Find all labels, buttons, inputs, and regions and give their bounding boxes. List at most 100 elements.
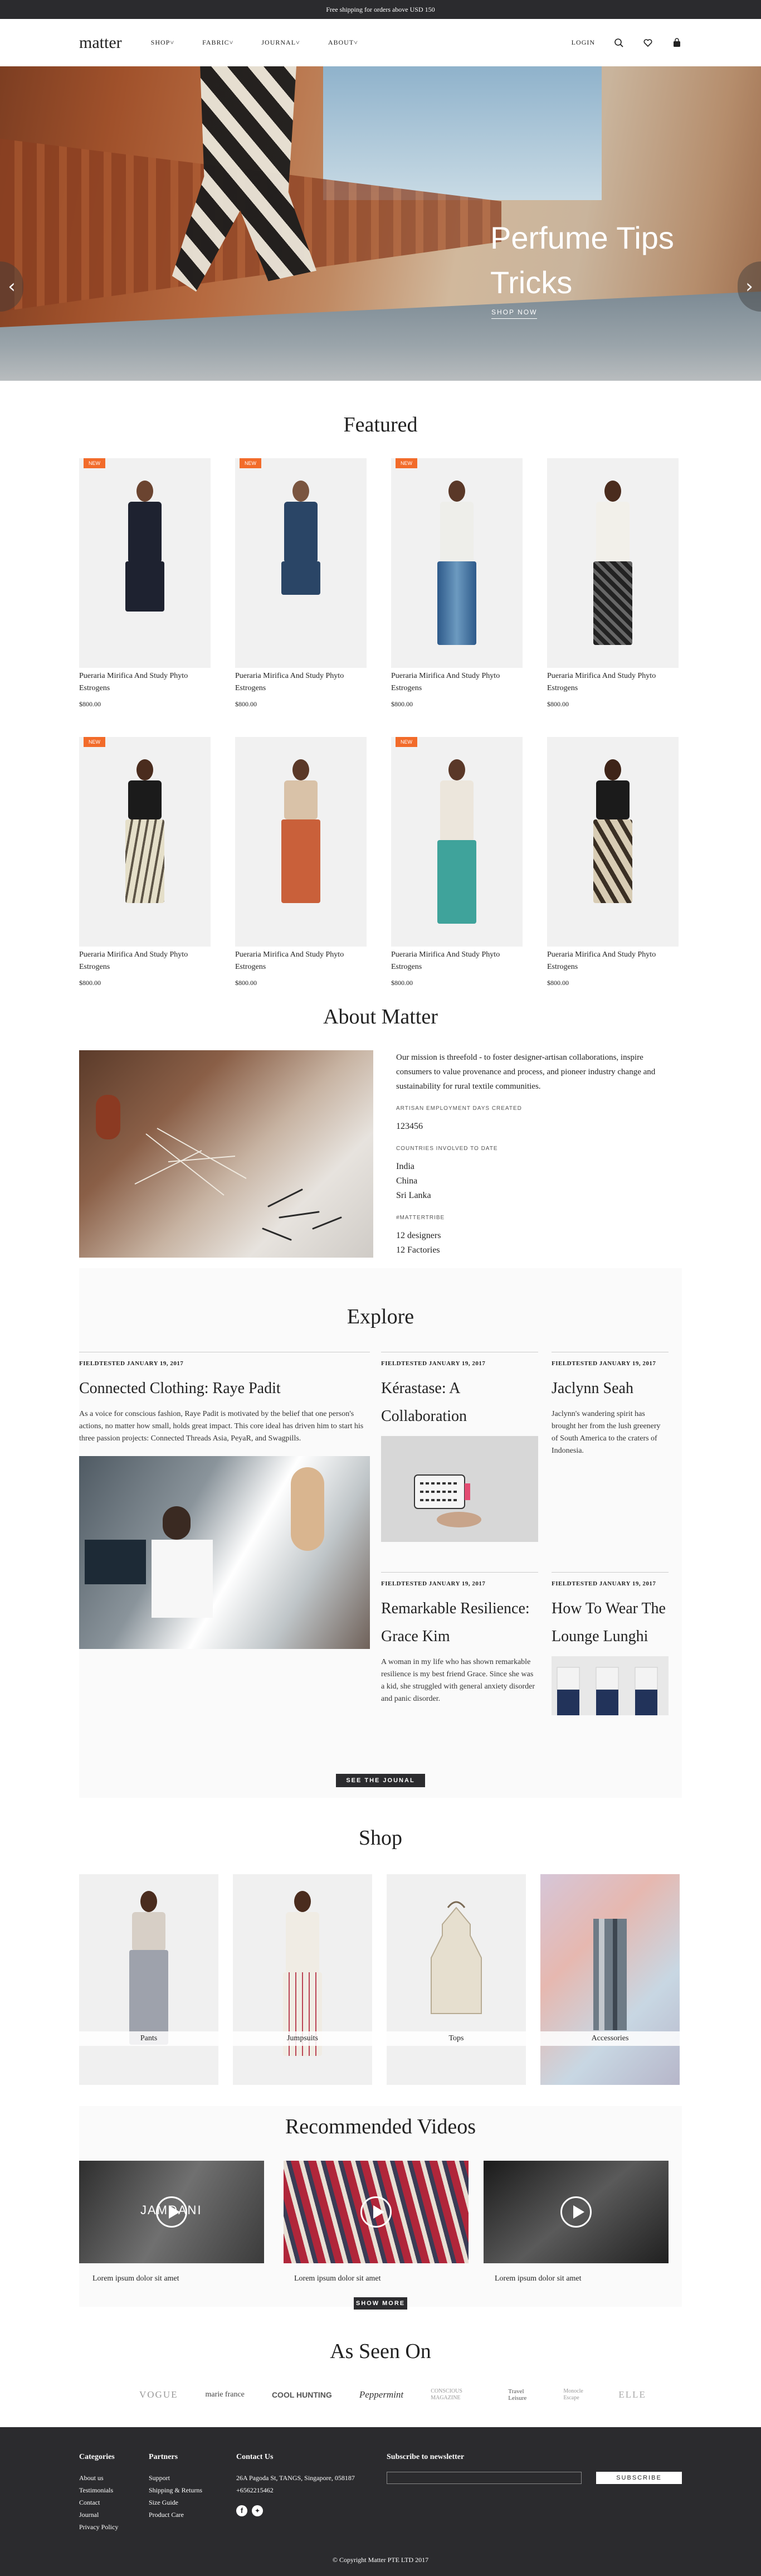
- featured-row-2: NEW Pueraria Mirifica And Study Phyto Es…: [79, 737, 682, 987]
- product-image[interactable]: NEW: [391, 737, 523, 947]
- journal-post[interactable]: FIELDTESTED JANUARY 19, 2017 Kérastase: …: [381, 1352, 538, 1542]
- explore-section: Explore FIELDTESTED JANUARY 19, 2017 Con…: [79, 1268, 682, 1798]
- about-label-countries: COUNTRIES INVOLVED TO DATE: [396, 1146, 498, 1152]
- about-mission: Our mission is threefold - to foster des…: [396, 1053, 656, 1091]
- product-card[interactable]: NEW Pueraria Mirifica And Study Phyto Es…: [235, 458, 367, 709]
- product-name[interactable]: Pueraria Mirifica And Study Phyto Estrog…: [235, 949, 367, 973]
- show-more-button[interactable]: SHOW MORE: [354, 2297, 407, 2310]
- new-badge: NEW: [240, 458, 261, 468]
- video-thumbnail[interactable]: [484, 2161, 669, 2263]
- shop-category-label[interactable]: Jumpsuits: [233, 2031, 372, 2046]
- product-card[interactable]: NEW Pueraria Mirifica And Study Phyto Es…: [79, 458, 211, 709]
- facebook-icon[interactable]: f: [236, 2505, 247, 2516]
- about-title: About Matter: [323, 1005, 438, 1029]
- footer-link[interactable]: Journal: [79, 2509, 118, 2521]
- journal-post[interactable]: FIELDTESTED JANUARY 19, 2017 Jaclynn Sea…: [552, 1352, 669, 1457]
- post-title[interactable]: Jaclynn Seah: [552, 1375, 669, 1403]
- product-name[interactable]: Pueraria Mirifica And Study Phyto Estrog…: [547, 670, 679, 695]
- twitter-icon[interactable]: ✦: [252, 2505, 263, 2516]
- product-image[interactable]: NEW: [235, 458, 367, 668]
- shop-category-jumpsuits[interactable]: Jumpsuits: [233, 1874, 372, 2085]
- about-label-employment: ARTISAN EMPLOYMENT DAYS CREATED: [396, 1105, 522, 1112]
- post-title[interactable]: Remarkable Resilience: Grace Kim: [381, 1595, 538, 1651]
- footer-link[interactable]: Privacy Policy: [79, 2521, 118, 2533]
- footer-link[interactable]: Product Care: [149, 2509, 202, 2521]
- product-name[interactable]: Pueraria Mirifica And Study Phyto Estrog…: [235, 670, 367, 695]
- hero-shop-now-link[interactable]: SHOP NOW: [491, 308, 538, 319]
- press-logo: Travel Leisure: [508, 2388, 527, 2402]
- post-image[interactable]: [381, 1436, 538, 1542]
- product-card[interactable]: Pueraria Mirifica And Study Phyto Estrog…: [235, 737, 367, 987]
- post-excerpt: As a voice for conscious fashion, Raye P…: [79, 1410, 364, 1443]
- new-badge: NEW: [84, 458, 105, 468]
- product-image[interactable]: [547, 737, 679, 947]
- product-name[interactable]: Pueraria Mirifica And Study Phyto Estrog…: [547, 949, 679, 973]
- product-name[interactable]: Pueraria Mirifica And Study Phyto Estrog…: [79, 949, 211, 973]
- product-image[interactable]: NEW: [79, 737, 211, 947]
- newsletter-email-input[interactable]: [387, 2472, 582, 2484]
- product-price: $800.00: [79, 700, 101, 708]
- contact-phone: +6562215462: [236, 2486, 274, 2494]
- footer-link[interactable]: About us: [79, 2472, 118, 2484]
- about-label-tribe: #MATTERTRIBE: [396, 1215, 445, 1221]
- about-text: Our mission is threefold - to foster des…: [396, 1050, 680, 1258]
- product-card[interactable]: NEW Pueraria Mirifica And Study Phyto Es…: [79, 737, 211, 987]
- nav-journal[interactable]: JOURNAL˅: [261, 38, 300, 47]
- post-date: FIELDTESTED JANUARY 19, 2017: [79, 1360, 184, 1367]
- shop-category-tops[interactable]: Tops: [387, 1874, 526, 2085]
- subscribe-button[interactable]: SUBSCRIBE: [596, 2472, 682, 2484]
- footer-link[interactable]: Support: [149, 2472, 202, 2484]
- play-icon[interactable]: [156, 2196, 187, 2228]
- main-nav: SHOP˅ FABRIC˅ JOURNAL˅ ABOUT˅: [151, 38, 386, 47]
- product-name[interactable]: Pueraria Mirifica And Study Phyto Estrog…: [391, 949, 523, 973]
- product-image[interactable]: [547, 458, 679, 668]
- footer-link[interactable]: Testimonials: [79, 2484, 118, 2496]
- bag-icon[interactable]: [672, 37, 682, 48]
- product-image[interactable]: NEW: [79, 458, 211, 668]
- heart-icon[interactable]: [643, 38, 653, 48]
- shop-category-accessories[interactable]: Accessories: [540, 1874, 680, 2085]
- post-date: FIELDTESTED JANUARY 19, 2017: [381, 1360, 486, 1367]
- nav-about[interactable]: ABOUT˅: [328, 38, 358, 47]
- press-logo: ELLE: [618, 2389, 646, 2400]
- post-title[interactable]: Connected Clothing: Raye Padit: [79, 1375, 370, 1403]
- play-icon[interactable]: [560, 2196, 592, 2228]
- about-employment-value: 123456: [396, 1122, 423, 1131]
- video-thumbnail[interactable]: JAMDANI: [79, 2161, 264, 2263]
- product-image[interactable]: NEW: [391, 458, 523, 668]
- shop-category-label[interactable]: Pants: [79, 2031, 218, 2046]
- video-thumbnail[interactable]: [284, 2161, 469, 2263]
- footer-link[interactable]: Contact: [79, 2496, 118, 2509]
- post-title[interactable]: How To Wear The Lounge Lunghi: [552, 1595, 669, 1651]
- shop-category-label[interactable]: Accessories: [540, 2031, 680, 2046]
- footer-link[interactable]: Size Guide: [149, 2496, 202, 2509]
- footer-link[interactable]: Shipping & Returns: [149, 2484, 202, 2496]
- product-image[interactable]: [235, 737, 367, 947]
- product-name[interactable]: Pueraria Mirifica And Study Phyto Estrog…: [391, 670, 523, 695]
- nav-shop[interactable]: SHOP˅: [151, 38, 174, 47]
- press-logos: VOGUE marie france COOL HUNTING Peppermi…: [139, 2388, 646, 2402]
- post-excerpt: A woman in my life who has shown remarka…: [381, 1658, 535, 1703]
- shop-category-label[interactable]: Tops: [387, 2031, 526, 2046]
- post-image[interactable]: [552, 1656, 669, 1715]
- nav-fabric[interactable]: FABRIC˅: [202, 38, 233, 47]
- product-card[interactable]: Pueraria Mirifica And Study Phyto Estrog…: [547, 737, 679, 987]
- shop-category-pants[interactable]: Pants: [79, 1874, 218, 2085]
- product-price: $800.00: [235, 700, 257, 708]
- journal-post[interactable]: FIELDTESTED JANUARY 19, 2017 Remarkable …: [381, 1572, 538, 1705]
- journal-post[interactable]: FIELDTESTED JANUARY 19, 2017 Connected C…: [79, 1352, 370, 1649]
- post-title[interactable]: Kérastase: A Collaboration: [381, 1375, 538, 1430]
- see-journal-button[interactable]: SEE THE JOUNAL: [336, 1774, 425, 1787]
- login-link[interactable]: LOGIN: [572, 38, 595, 47]
- product-card[interactable]: NEW Pueraria Mirifica And Study Phyto Es…: [391, 737, 523, 987]
- search-icon[interactable]: [614, 38, 624, 48]
- logo[interactable]: matter: [79, 33, 122, 52]
- play-icon[interactable]: [360, 2196, 392, 2228]
- product-price: $800.00: [391, 700, 413, 708]
- product-card[interactable]: Pueraria Mirifica And Study Phyto Estrog…: [547, 458, 679, 709]
- journal-post[interactable]: FIELDTESTED JANUARY 19, 2017 How To Wear…: [552, 1572, 669, 1715]
- copyright: © Copyright Matter PTE LTD 2017: [332, 2556, 429, 2564]
- product-name[interactable]: Pueraria Mirifica And Study Phyto Estrog…: [79, 670, 211, 695]
- post-image[interactable]: [79, 1456, 370, 1649]
- product-card[interactable]: NEW Pueraria Mirifica And Study Phyto Es…: [391, 458, 523, 709]
